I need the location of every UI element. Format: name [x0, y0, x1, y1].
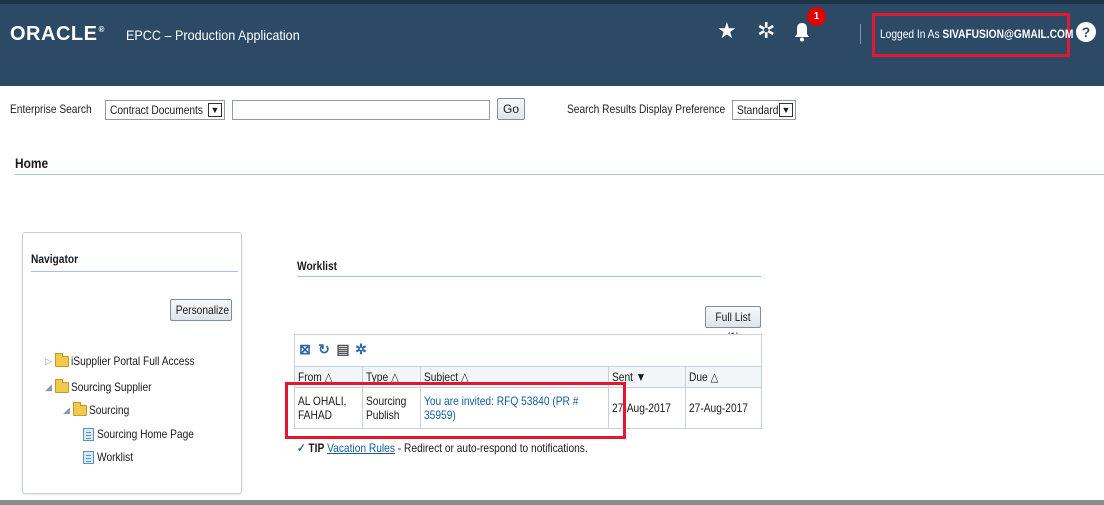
- page-icon: [83, 427, 94, 441]
- bell-icon[interactable]: [794, 22, 810, 46]
- worklist-title: Worklist: [297, 259, 338, 273]
- tip-check-icon: ✓: [297, 441, 306, 455]
- header-top-line: [0, 0, 1104, 4]
- logged-in-user: SIVAFUSION@GMAIL.COM: [942, 27, 1074, 41]
- personalize-button[interactable]: Personalize: [170, 299, 232, 321]
- chevron-down-icon[interactable]: ▼: [208, 103, 222, 117]
- folder-icon: [55, 352, 69, 367]
- page-icon: [83, 450, 94, 464]
- vacation-rules-link[interactable]: Vacation Rules: [327, 441, 395, 455]
- tree-item-sourcing-home-page[interactable]: Sourcing Home Page: [83, 427, 211, 441]
- enterprise-search-label: Enterprise Search: [10, 102, 92, 116]
- tip-text: - Redirect or auto-respond to notificati…: [394, 441, 588, 455]
- bottom-border: [0, 500, 1104, 505]
- tree-item-worklist[interactable]: Worklist: [83, 450, 139, 464]
- app-title: EPCC – Production Application: [126, 27, 300, 43]
- tree-item-isupplier[interactable]: ▷ iSupplier Portal Full Access: [45, 352, 216, 368]
- column-header-due[interactable]: Due △: [684, 366, 763, 388]
- tip-label: TIP: [308, 441, 325, 455]
- logged-in-label[interactable]: Logged In As SIVAFUSION@GMAIL.COM: [880, 27, 1073, 41]
- chevron-down-icon[interactable]: ▼: [779, 103, 793, 117]
- display-preference-select[interactable]: Standard ▼: [732, 100, 796, 120]
- search-scope-select[interactable]: Contract Documents ▼: [105, 100, 225, 120]
- header-divider: [860, 24, 861, 44]
- row-highlight-box: [285, 382, 626, 439]
- go-button[interactable]: Go: [497, 98, 525, 120]
- refresh-icon[interactable]: ↻: [316, 341, 332, 357]
- help-icon[interactable]: ?: [1076, 22, 1096, 42]
- detach-icon[interactable]: ⊠: [297, 341, 313, 357]
- export-icon[interactable]: ▤: [335, 341, 351, 357]
- worklist-divider: [297, 276, 761, 277]
- folder-icon: [73, 401, 87, 416]
- tip-line: ✓ TIP Vacation Rules - Redirect or auto-…: [297, 441, 639, 455]
- navigator-divider: [31, 271, 238, 272]
- star-icon[interactable]: ★: [717, 20, 737, 42]
- gear-icon[interactable]: ✲: [757, 20, 775, 42]
- search-scope-value: Contract Documents: [110, 103, 203, 117]
- page-title: Home: [15, 155, 49, 171]
- expand-icon[interactable]: ▷: [45, 356, 55, 367]
- full-list-button[interactable]: Full List (1): [705, 306, 761, 344]
- tree-item-sourcing-supplier[interactable]: ◢ Sourcing Supplier: [45, 378, 166, 394]
- oracle-logo[interactable]: ORACLE®: [10, 23, 105, 46]
- title-divider: [15, 174, 1104, 175]
- collapse-icon[interactable]: ◢: [63, 405, 73, 416]
- notification-badge[interactable]: 1: [807, 7, 826, 26]
- settings-gear-icon[interactable]: ✲: [353, 341, 369, 357]
- navigator-title: Navigator: [31, 252, 79, 266]
- search-input[interactable]: [232, 100, 490, 120]
- cell-due: 27-Aug-2017: [684, 387, 763, 429]
- folder-icon: [55, 378, 69, 393]
- display-preference-label: Search Results Display Preference: [567, 102, 726, 116]
- logged-in-prefix: Logged In As: [880, 27, 940, 41]
- collapse-icon[interactable]: ◢: [45, 382, 55, 393]
- tree-item-sourcing[interactable]: ◢ Sourcing: [63, 401, 136, 417]
- display-preference-value: Standard: [737, 103, 779, 117]
